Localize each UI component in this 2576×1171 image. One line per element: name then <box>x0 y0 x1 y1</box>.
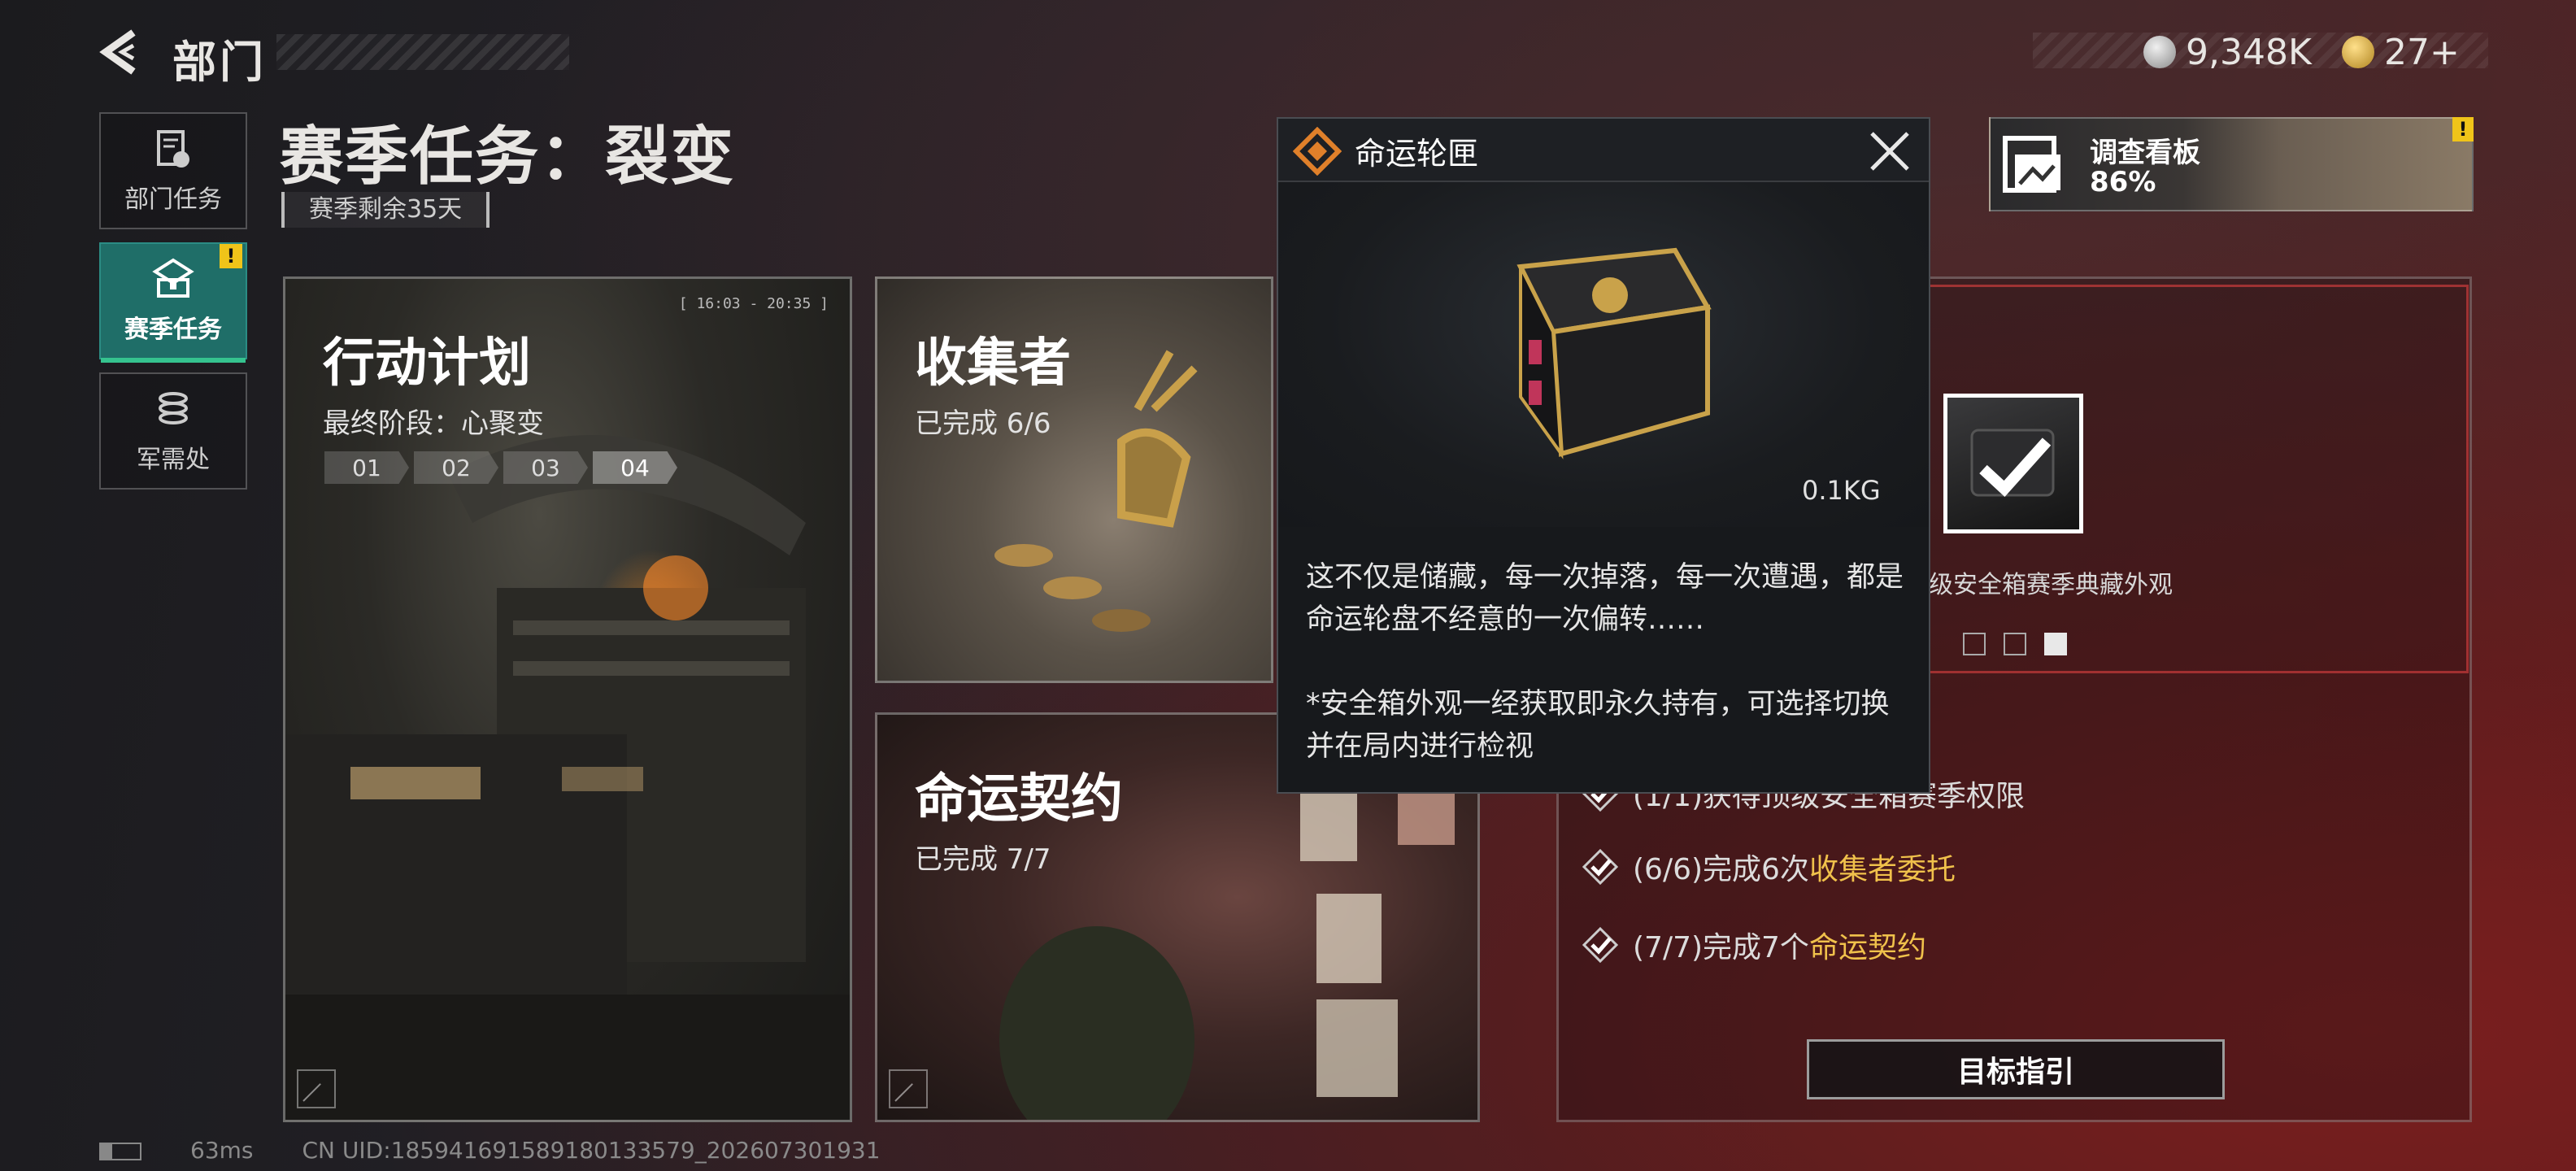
title-decor-stripe <box>276 34 569 70</box>
reward-name: 级安全箱赛季典藏外观 <box>1929 571 2173 599</box>
check-diamond-icon <box>1582 849 1618 885</box>
requirement-item: (7/7)完成7个命运契约 <box>1582 924 1926 966</box>
checkmark-icon <box>1970 429 2055 497</box>
investigation-board-label: 调查看板 <box>2090 137 2200 169</box>
card-collector-title: 收集者 <box>915 333 1071 394</box>
stage-01: 01 <box>324 451 409 484</box>
target-guide-button[interactable]: 目标指引 <box>1807 1039 2225 1099</box>
coins-icon <box>159 392 188 424</box>
currency-silver-value: 9,348K <box>2186 31 2312 73</box>
reward-thumbnail[interactable] <box>1943 394 2083 533</box>
skin-slot-1[interactable] <box>1963 633 1986 655</box>
requirement-text: (6/6)完成6次收集者委托 <box>1633 846 1956 888</box>
item-weight: 0.1KG <box>1802 475 1881 506</box>
item-description: 这不仅是储藏，每一次掉落，每一次遭遇，都是命运轮盘不经意的一次偏转…… <box>1306 561 1904 636</box>
card-collector-subtitle: 已完成 6/6 <box>915 407 1051 440</box>
safe-box-image <box>1516 247 1712 459</box>
card-action-plan-title: 行动计划 <box>323 333 531 394</box>
photo-board-icon <box>2003 136 2060 193</box>
nav-dept-tasks[interactable]: 部门任务 <box>99 112 247 229</box>
currency-gold-value: 27+ <box>2384 31 2460 73</box>
nav-season-tasks[interactable]: ! 赛季任务 <box>99 242 247 363</box>
card-action-plan-subtitle: 最终阶段：心聚变 <box>323 407 544 440</box>
close-icon[interactable] <box>1865 127 1914 176</box>
season-title: 赛季任务：裂变 <box>280 120 736 194</box>
stage-03: 03 <box>503 451 588 484</box>
check-diamond-icon <box>1582 927 1618 963</box>
timecode: [ 16:03 - 20:35 ] <box>678 295 829 312</box>
document-icon <box>157 130 189 168</box>
requirement-prefix: (7/7)完成7个 <box>1633 931 1809 964</box>
requirement-text: (7/7)完成7个命运契约 <box>1633 924 1926 966</box>
card-collector[interactable]: 收集者 已完成 6/6 <box>875 276 1273 683</box>
stage-04: 04 <box>593 451 677 484</box>
currency-silver: 9,348K <box>2143 29 2312 75</box>
requirement-prefix: (6/6)完成6次 <box>1633 853 1809 886</box>
user-uid: CN UID:185941691589180133579_20260730193… <box>302 1137 881 1164</box>
card-action-plan[interactable]: [ 16:03 - 20:35 ] 行动计划 最终阶段：心聚变 01 02 03… <box>283 276 852 1122</box>
nav-dept-tasks-label: 部门任务 <box>124 185 222 214</box>
stage-progress: 01 02 03 04 <box>324 451 677 484</box>
ping-value: 63ms <box>190 1137 254 1164</box>
requirement-highlight: 命运契约 <box>1808 931 1926 964</box>
skin-slot-3[interactable] <box>2044 633 2067 655</box>
chest-icon <box>152 258 194 298</box>
skin-slot-2[interactable] <box>2004 633 2026 655</box>
stage-02: 02 <box>414 451 498 484</box>
silver-coin-icon <box>2143 36 2176 68</box>
expand-corner-icon <box>889 1069 928 1108</box>
back-arrow-icon[interactable] <box>98 28 146 76</box>
battery-icon <box>99 1137 141 1164</box>
nav-quartermaster-label: 军需处 <box>137 446 210 474</box>
item-note: *安全箱外观一经获取即永久持有，可选择切换并在局内进行检视 <box>1306 688 1890 763</box>
season-remaining: 赛季剩余35天 <box>281 192 490 228</box>
nav-season-tasks-label: 赛季任务 <box>124 316 222 344</box>
expand-corner-icon <box>297 1069 336 1108</box>
currency-gold[interactable]: 27+ <box>2342 29 2460 75</box>
page-title: 部门 <box>172 37 267 88</box>
status-footer: 63ms CN UID:185941691589180133579_202607… <box>99 1137 881 1164</box>
requirement-item: (6/6)完成6次收集者委托 <box>1582 846 1956 888</box>
alert-badge: ! <box>2452 117 2474 141</box>
card-fate-subtitle: 已完成 7/7 <box>915 843 1051 876</box>
card-fate-title: 命运契约 <box>915 769 1123 829</box>
gold-coin-icon <box>2342 36 2374 68</box>
investigation-board-percent: 86% <box>2090 166 2156 198</box>
diamond-logo-icon <box>1293 127 1342 176</box>
requirement-highlight: 收集者委托 <box>1808 853 1956 886</box>
alert-badge: ! <box>220 244 242 268</box>
nav-quartermaster[interactable]: 军需处 <box>99 372 247 490</box>
item-popup-title: 命运轮匣 <box>1355 136 1479 172</box>
